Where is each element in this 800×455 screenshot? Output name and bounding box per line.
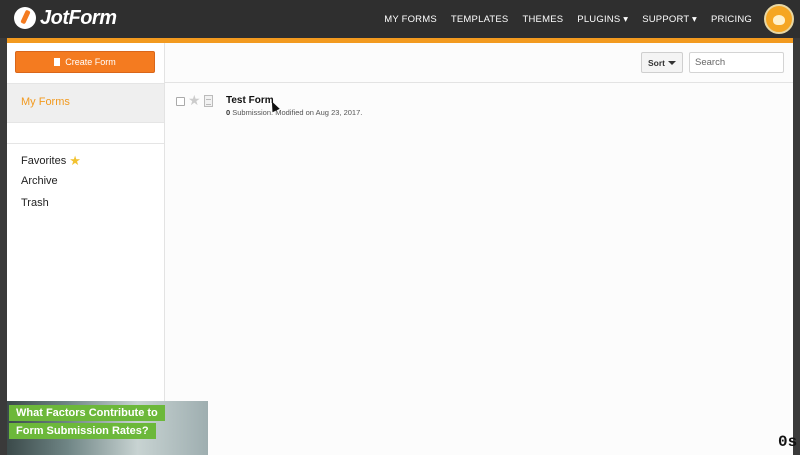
- sidebar-divider: [7, 143, 164, 144]
- jotform-logo[interactable]: JotForm: [14, 6, 117, 30]
- app-window: JotForm MY FORMS TEMPLATES THEMES PLUGIN…: [0, 0, 800, 455]
- form-list-item[interactable]: ★ Test Form 0 Submission. Modified on Au…: [165, 91, 793, 121]
- sidebar-item-label: Archive: [21, 175, 58, 187]
- timer-label: 0s: [778, 433, 798, 451]
- nav-my-forms[interactable]: MY FORMS: [384, 14, 437, 25]
- nav-templates[interactable]: TEMPLATES: [451, 14, 509, 25]
- nav-themes[interactable]: THEMES: [522, 14, 563, 25]
- nav-support[interactable]: SUPPORT ▾: [642, 14, 697, 25]
- document-icon: [54, 58, 61, 66]
- favorite-star-icon[interactable]: ★: [188, 92, 201, 109]
- user-avatar-icon[interactable]: [764, 4, 794, 34]
- my-forms-page: Create Form My Forms Favorites ★ Archive…: [7, 43, 793, 455]
- create-form-button[interactable]: Create Form: [15, 51, 155, 73]
- caret-down-icon: [668, 60, 676, 65]
- logo-text: JotForm: [40, 6, 117, 29]
- nav-plugins[interactable]: PLUGINS ▾: [577, 14, 628, 25]
- main-nav: MY FORMS TEMPLATES THEMES PLUGINS ▾ SUPP…: [370, 0, 752, 38]
- nav-pricing[interactable]: PRICING: [711, 14, 752, 25]
- sidebar: Create Form My Forms Favorites ★ Archive…: [7, 43, 208, 455]
- promo-line-2: Form Submission Rates?: [9, 423, 156, 439]
- sidebar-item-archive[interactable]: Archive: [21, 175, 58, 187]
- search-input[interactable]: [689, 52, 784, 73]
- sort-button[interactable]: Sort: [641, 52, 683, 73]
- sidebar-item-favorites[interactable]: Favorites ★: [21, 153, 81, 169]
- form-document-icon: [204, 95, 213, 107]
- form-title[interactable]: Test Form: [226, 95, 274, 106]
- sidebar-item-label: My Forms: [21, 96, 70, 108]
- sidebar-item-trash[interactable]: Trash: [21, 197, 49, 209]
- list-toolbar: Sort: [165, 43, 793, 83]
- sidebar-item-my-forms[interactable]: My Forms: [7, 83, 164, 123]
- sidebar-item-label: Trash: [21, 197, 49, 209]
- form-meta-text: Submission. Modified on Aug 23, 2017.: [230, 108, 363, 117]
- create-form-label: Create Form: [65, 57, 116, 67]
- sort-label: Sort: [648, 57, 665, 68]
- top-navbar: JotForm MY FORMS TEMPLATES THEMES PLUGIN…: [0, 0, 800, 38]
- form-select-checkbox[interactable]: [176, 97, 185, 106]
- sidebar-item-label: Favorites: [21, 155, 67, 167]
- promo-line-1: What Factors Contribute to: [9, 405, 165, 421]
- star-icon: ★: [69, 153, 81, 168]
- jotform-logo-icon: [14, 7, 36, 29]
- form-meta: 0 Submission. Modified on Aug 23, 2017.: [226, 108, 362, 117]
- promo-banner[interactable]: What Factors Contribute to Form Submissi…: [7, 401, 208, 455]
